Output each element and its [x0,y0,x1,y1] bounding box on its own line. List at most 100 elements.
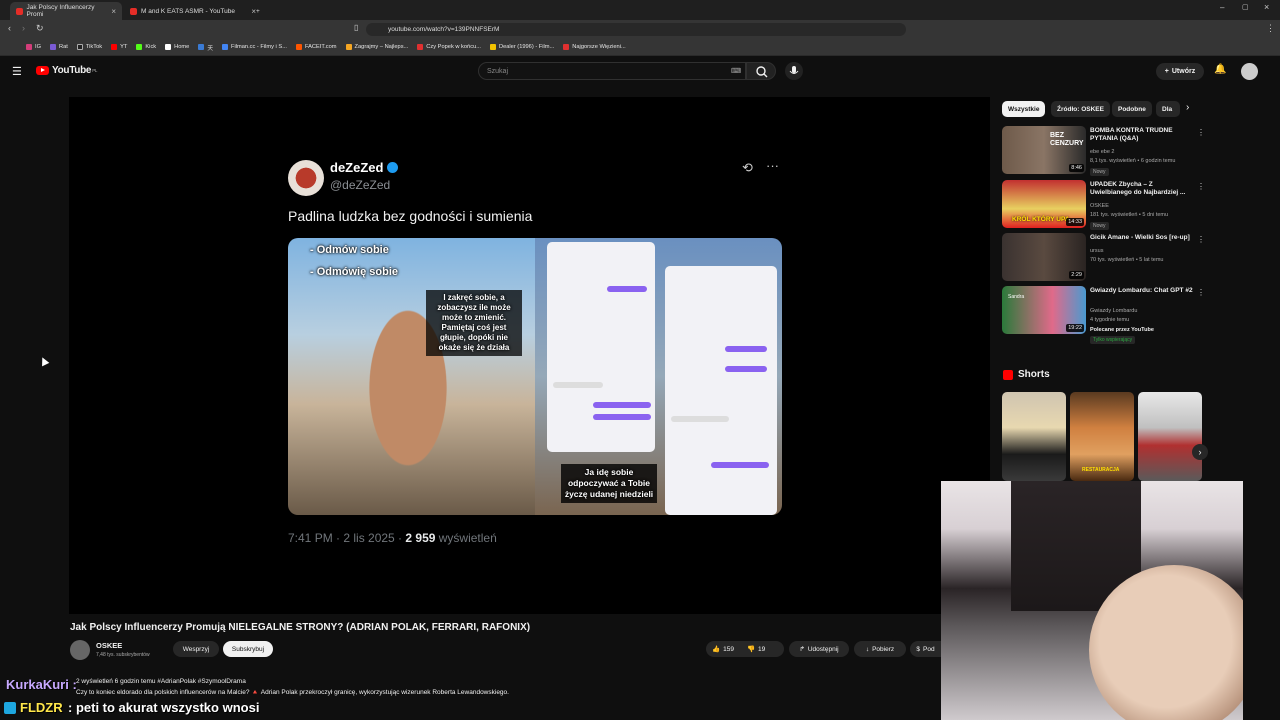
keyboard-icon[interactable]: ⌨ [731,67,741,75]
bookmark-icon [563,44,570,50]
more-options-icon[interactable]: ⋮ [1197,128,1205,137]
video-thumbnail[interactable]: BEZ CENZURY 8:46 [1002,126,1086,174]
notifications-bell-icon[interactable]: 🔔 [1214,64,1226,75]
search-input[interactable]: Szukaj [478,62,746,80]
recommendation-item[interactable]: 2:29 Gicik Amane - Wielki Sos [re-up] ur… [1002,233,1205,281]
browser-tab[interactable]: M and K EATS ASMR - YouTube × [124,2,262,20]
duration-badge: 14:33 [1066,218,1084,226]
bookmark-icon [111,44,118,50]
browser-tab-active[interactable]: Jak Polscy Influencerzy Promi × [10,2,122,20]
tweet-handle: @deZeZed [330,178,391,192]
maximize-icon[interactable]: ▢ [1242,3,1249,11]
bookmark-item[interactable]: Kick [136,44,156,50]
video-thumbnail[interactable]: KRÓL KTÓRY UPA 14:33 [1002,180,1086,228]
media-caption: Ja idę sobie odpoczywać a Tobie życzę ud… [561,464,657,503]
close-tab-icon[interactable]: × [111,7,116,16]
bookmark-icon [165,44,172,50]
search-button[interactable] [746,62,776,80]
grok-icon: ⟲ [742,160,753,175]
short-item[interactable] [1138,392,1202,481]
chip-related[interactable]: Podobne [1112,101,1152,117]
bookmark-icon[interactable]: ▯ [354,23,358,32]
recommendation-title[interactable]: UPADEK Zbycha – Z Uwielbianego do Najbar… [1090,181,1194,197]
video-thumbnail[interactable]: Sandra 19:22 [1002,286,1086,334]
bookmark-item[interactable]: Dealer (1996) - Film... [489,44,554,50]
recommendation-title[interactable]: Gwiazdy Lombardu: Chat GPT #2 [1090,287,1194,295]
menu-icon[interactable]: ⋮ [1266,23,1275,34]
bookmark-item[interactable]: Home [165,44,189,50]
bookmark-item[interactable]: FACEIT.com [295,44,337,50]
members-only-badge: Tylko wspierający [1090,336,1136,344]
chip-from-channel[interactable]: Źródło: OSKEE [1051,101,1110,117]
more-actions-button[interactable]: $ Pod [910,641,941,657]
youtube-logo[interactable]: YouTube PL [36,65,97,76]
account-avatar[interactable] [1241,63,1258,80]
hamburger-menu-icon[interactable]: ☰ [12,65,22,78]
shorts-heading: Shorts [1018,369,1050,380]
forward-icon[interactable]: › [22,23,25,33]
shorts-next-button[interactable]: › [1192,444,1208,460]
recommendation-item[interactable]: BEZ CENZURY 8:46 BOMBA KONTRA TRUDNE PYT… [1002,126,1205,176]
support-button[interactable]: Wesprzyj [173,641,219,657]
mouse-cursor-icon [38,355,50,367]
bookmark-item[interactable]: IG [26,44,41,50]
short-item[interactable]: RESTAURACJA [1070,392,1134,481]
chat-bubble [553,382,603,388]
bookmark-icon [136,44,143,50]
recommendation-title[interactable]: BOMBA KONTRA TRUDNE PYTANIA (Q&A) [1090,127,1194,143]
recommendation-meta: 4 tygodnie temu [1090,317,1130,323]
create-button[interactable]: + Utwórz [1156,63,1204,80]
recommendation-item[interactable]: Sandra 19:22 Gwiazdy Lombardu: Chat GPT … [1002,286,1205,348]
new-tab-icon[interactable]: + [250,2,266,20]
webcam-overlay [941,481,1243,720]
like-icon[interactable]: 👍 [712,645,720,653]
chat-screenshot [547,242,655,452]
bookmark-item[interactable]: Czy Popek w końcu... [417,44,481,50]
minimize-icon[interactable]: – [1220,3,1224,12]
media-caption: I zakręć sobie, a zobaczysz ile może moż… [426,290,522,356]
recommendation-item[interactable]: KRÓL KTÓRY UPA 14:33 UPADEK Zbycha – Z U… [1002,180,1205,230]
reload-icon[interactable]: ↻ [36,23,44,34]
chip-all[interactable]: Wszystkie [1002,101,1046,117]
bookmark-icon [76,44,83,50]
short-item[interactable] [1002,392,1066,481]
download-button[interactable]: ↓ Pobierz [854,641,906,657]
recommendation-meta: 8,1 tys. wyświetleń • 6 godzin temu [1090,158,1176,164]
back-icon[interactable]: ‹ [8,23,11,33]
channel-name[interactable]: OSKEE [96,641,122,650]
recommendation-title[interactable]: Gicik Amane - Wielki Sos [re-up] [1090,234,1194,242]
youtube-header: ☰ YouTube PL Szukaj ⌨ + Utwórz 🔔 [0,57,1280,87]
video-thumbnail[interactable]: 2:29 [1002,233,1086,281]
dislike-icon[interactable]: 👎 [747,645,755,653]
bookmark-item[interactable]: Rat [50,44,68,50]
more-options-icon[interactable]: ⋮ [1197,182,1205,191]
channel-avatar[interactable] [70,640,90,660]
tweet-display-name: deZeZed [330,160,399,175]
bookmark-item[interactable]: Zagrajmy – Najleps... [345,44,408,50]
duration-badge: 19:22 [1066,324,1084,332]
chat-bubble [607,286,647,292]
tab-label: M and K EATS ASMR - YouTube [141,7,235,15]
chat-screenshot [665,266,777,515]
url-field[interactable]: youtube.com/watch?v=139PNNFSErM [366,23,906,36]
close-window-icon[interactable]: × [1264,2,1269,12]
bookmark-item[interactable]: TikTok [76,44,102,50]
more-options-icon[interactable]: ⋮ [1197,235,1205,244]
dislike-count[interactable]: 19 [758,646,765,653]
bookmark-item[interactable]: YT [111,44,127,50]
bookmark-item[interactable]: Najgorsze Więzieni... [563,44,626,50]
share-button[interactable]: ↱ Udostępnij [789,641,849,657]
like-dislike-group: 👍 159 👎 19 [706,641,784,657]
bookmark-item[interactable]: Filman.cc - Filmy i S... [222,44,287,50]
subscribe-button[interactable]: Subskrybuj [223,641,273,657]
chip-for-you[interactable]: Dla [1156,101,1180,117]
bookmark-item[interactable]: 天 [198,43,213,52]
chevron-right-icon[interactable]: › [1186,102,1189,113]
more-options-icon[interactable]: ⋮ [1197,288,1205,297]
like-count[interactable]: 159 [723,646,734,653]
thumbnail-text: Sandra [1008,294,1025,300]
voice-search-button[interactable] [785,62,803,80]
recommendation-meta: 70 tys. wyświetleń • 5 lat temu [1090,257,1164,263]
recommended-label: Polecane przez YouTube [1090,327,1154,333]
video-description-text: Czy to koniec eldorado dla polskich infl… [76,689,509,696]
